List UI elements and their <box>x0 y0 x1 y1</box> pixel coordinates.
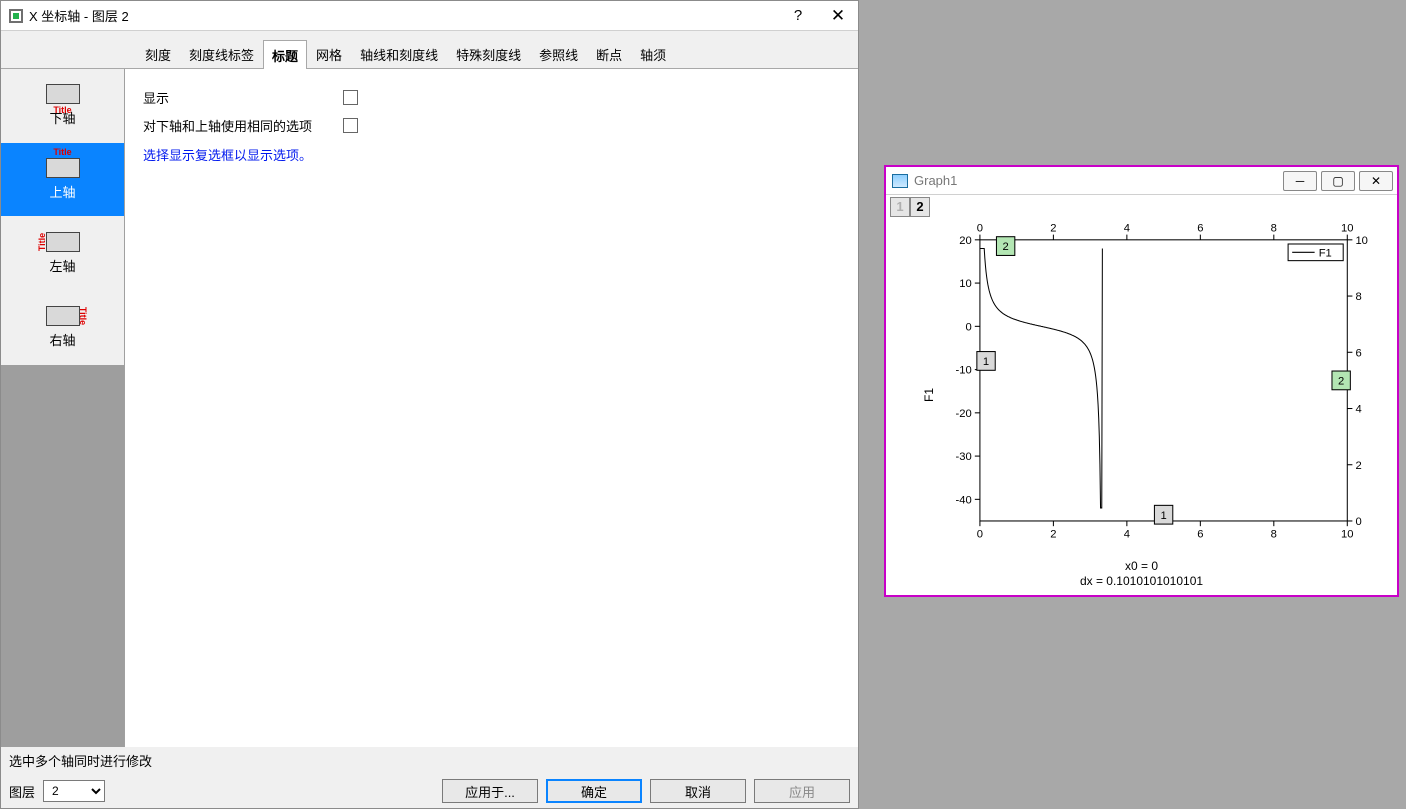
graph-caption: x0 = 0 dx = 0.1010101010101 <box>886 559 1397 589</box>
help-button[interactable]: ? <box>778 1 818 31</box>
svg-text:8: 8 <box>1271 222 1277 234</box>
svg-text:0: 0 <box>977 222 983 234</box>
layer-tab-1[interactable]: 1 <box>890 197 910 217</box>
svg-text:0: 0 <box>1355 516 1361 528</box>
graph-layer-tabs: 1 2 <box>890 197 930 217</box>
svg-text:6: 6 <box>1355 347 1361 359</box>
svg-text:2: 2 <box>1338 375 1344 387</box>
svg-text:F1: F1 <box>1319 247 1332 259</box>
close-button[interactable]: ✕ <box>818 1 858 31</box>
apply-button[interactable]: 应用 <box>754 779 850 803</box>
tab-6[interactable]: 参照线 <box>530 39 587 68</box>
tab-bar: 刻度刻度线标签标题网格轴线和刻度线特殊刻度线参照线断点轴须 <box>1 31 858 69</box>
close-graph-button[interactable]: ✕ <box>1359 171 1393 191</box>
svg-text:10: 10 <box>1341 529 1353 541</box>
axis-item-2[interactable]: Title左轴 <box>1 217 124 291</box>
svg-text:4: 4 <box>1124 529 1130 541</box>
axis-item-1[interactable]: Title上轴 <box>1 143 124 217</box>
svg-text:1: 1 <box>1160 510 1166 522</box>
svg-text:20: 20 <box>959 235 971 247</box>
svg-text:6: 6 <box>1197 222 1203 234</box>
dialog-titlebar[interactable]: X 坐标轴 - 图层 2 ? ✕ <box>1 1 858 31</box>
layer-label: 图层 <box>9 782 35 801</box>
svg-text:-20: -20 <box>956 408 972 420</box>
svg-text:10: 10 <box>959 278 971 290</box>
same-options-checkbox[interactable] <box>343 118 358 133</box>
svg-text:-30: -30 <box>956 451 972 463</box>
tab-7[interactable]: 断点 <box>587 39 631 68</box>
app-icon <box>9 9 23 23</box>
graph-title: Graph1 <box>914 173 1283 188</box>
graph-icon <box>892 174 908 188</box>
svg-text:2: 2 <box>1355 460 1361 472</box>
ok-button[interactable]: 确定 <box>546 779 642 803</box>
chart-area[interactable]: 0246810024681020100-10-20-30-401086420F1… <box>934 219 1383 547</box>
show-checkbox[interactable] <box>343 90 358 105</box>
axis-item-3[interactable]: Title右轴 <box>1 291 124 365</box>
tab-1[interactable]: 刻度线标签 <box>180 39 263 68</box>
layer-select[interactable]: 2 <box>43 780 105 802</box>
tab-4[interactable]: 轴线和刻度线 <box>351 39 447 68</box>
axis-item-0[interactable]: Title下轴 <box>1 69 124 143</box>
graph-titlebar[interactable]: Graph1 ─ ▢ ✕ <box>886 167 1397 195</box>
footer-bar: 图层 2 应用于... 确定 取消 应用 <box>1 774 858 808</box>
axis-dialog: X 坐标轴 - 图层 2 ? ✕ 刻度刻度线标签标题网格轴线和刻度线特殊刻度线参… <box>0 0 859 809</box>
svg-text:8: 8 <box>1271 529 1277 541</box>
svg-text:0: 0 <box>977 529 983 541</box>
graph-window: Graph1 ─ ▢ ✕ 1 2 F1 0246810024681020100-… <box>884 165 1399 597</box>
tab-2[interactable]: 标题 <box>263 40 307 69</box>
layer-tab-2[interactable]: 2 <box>910 197 930 217</box>
svg-text:2: 2 <box>1050 529 1056 541</box>
tab-0[interactable]: 刻度 <box>136 39 180 68</box>
svg-text:2: 2 <box>1050 222 1056 234</box>
svg-text:10: 10 <box>1341 222 1353 234</box>
svg-text:10: 10 <box>1355 235 1367 247</box>
tab-5[interactable]: 特殊刻度线 <box>447 39 530 68</box>
minimize-button[interactable]: ─ <box>1283 171 1317 191</box>
tab-content: 显示 对下轴和上轴使用相同的选项 选择显示复选框以显示选项。 <box>125 69 858 747</box>
svg-text:1: 1 <box>983 356 989 368</box>
show-label: 显示 <box>143 88 343 107</box>
hint-text: 选择显示复选框以显示选项。 <box>143 145 840 164</box>
svg-text:-40: -40 <box>956 494 972 506</box>
tab-8[interactable]: 轴须 <box>631 39 675 68</box>
dialog-title: X 坐标轴 - 图层 2 <box>29 6 778 25</box>
svg-text:4: 4 <box>1355 404 1361 416</box>
svg-text:4: 4 <box>1124 222 1130 234</box>
axis-sidebar: Title下轴Title上轴Title左轴Title右轴 <box>1 69 125 747</box>
footer-note: 选中多个轴同时进行修改 <box>1 747 858 774</box>
tab-3[interactable]: 网格 <box>307 39 351 68</box>
svg-text:8: 8 <box>1355 291 1361 303</box>
svg-text:6: 6 <box>1197 529 1203 541</box>
maximize-button[interactable]: ▢ <box>1321 171 1355 191</box>
svg-text:-10: -10 <box>956 365 972 377</box>
apply-to-button[interactable]: 应用于... <box>442 779 538 803</box>
cancel-button[interactable]: 取消 <box>650 779 746 803</box>
svg-text:0: 0 <box>966 321 972 333</box>
same-options-label: 对下轴和上轴使用相同的选项 <box>143 116 343 135</box>
svg-text:2: 2 <box>1003 241 1009 253</box>
